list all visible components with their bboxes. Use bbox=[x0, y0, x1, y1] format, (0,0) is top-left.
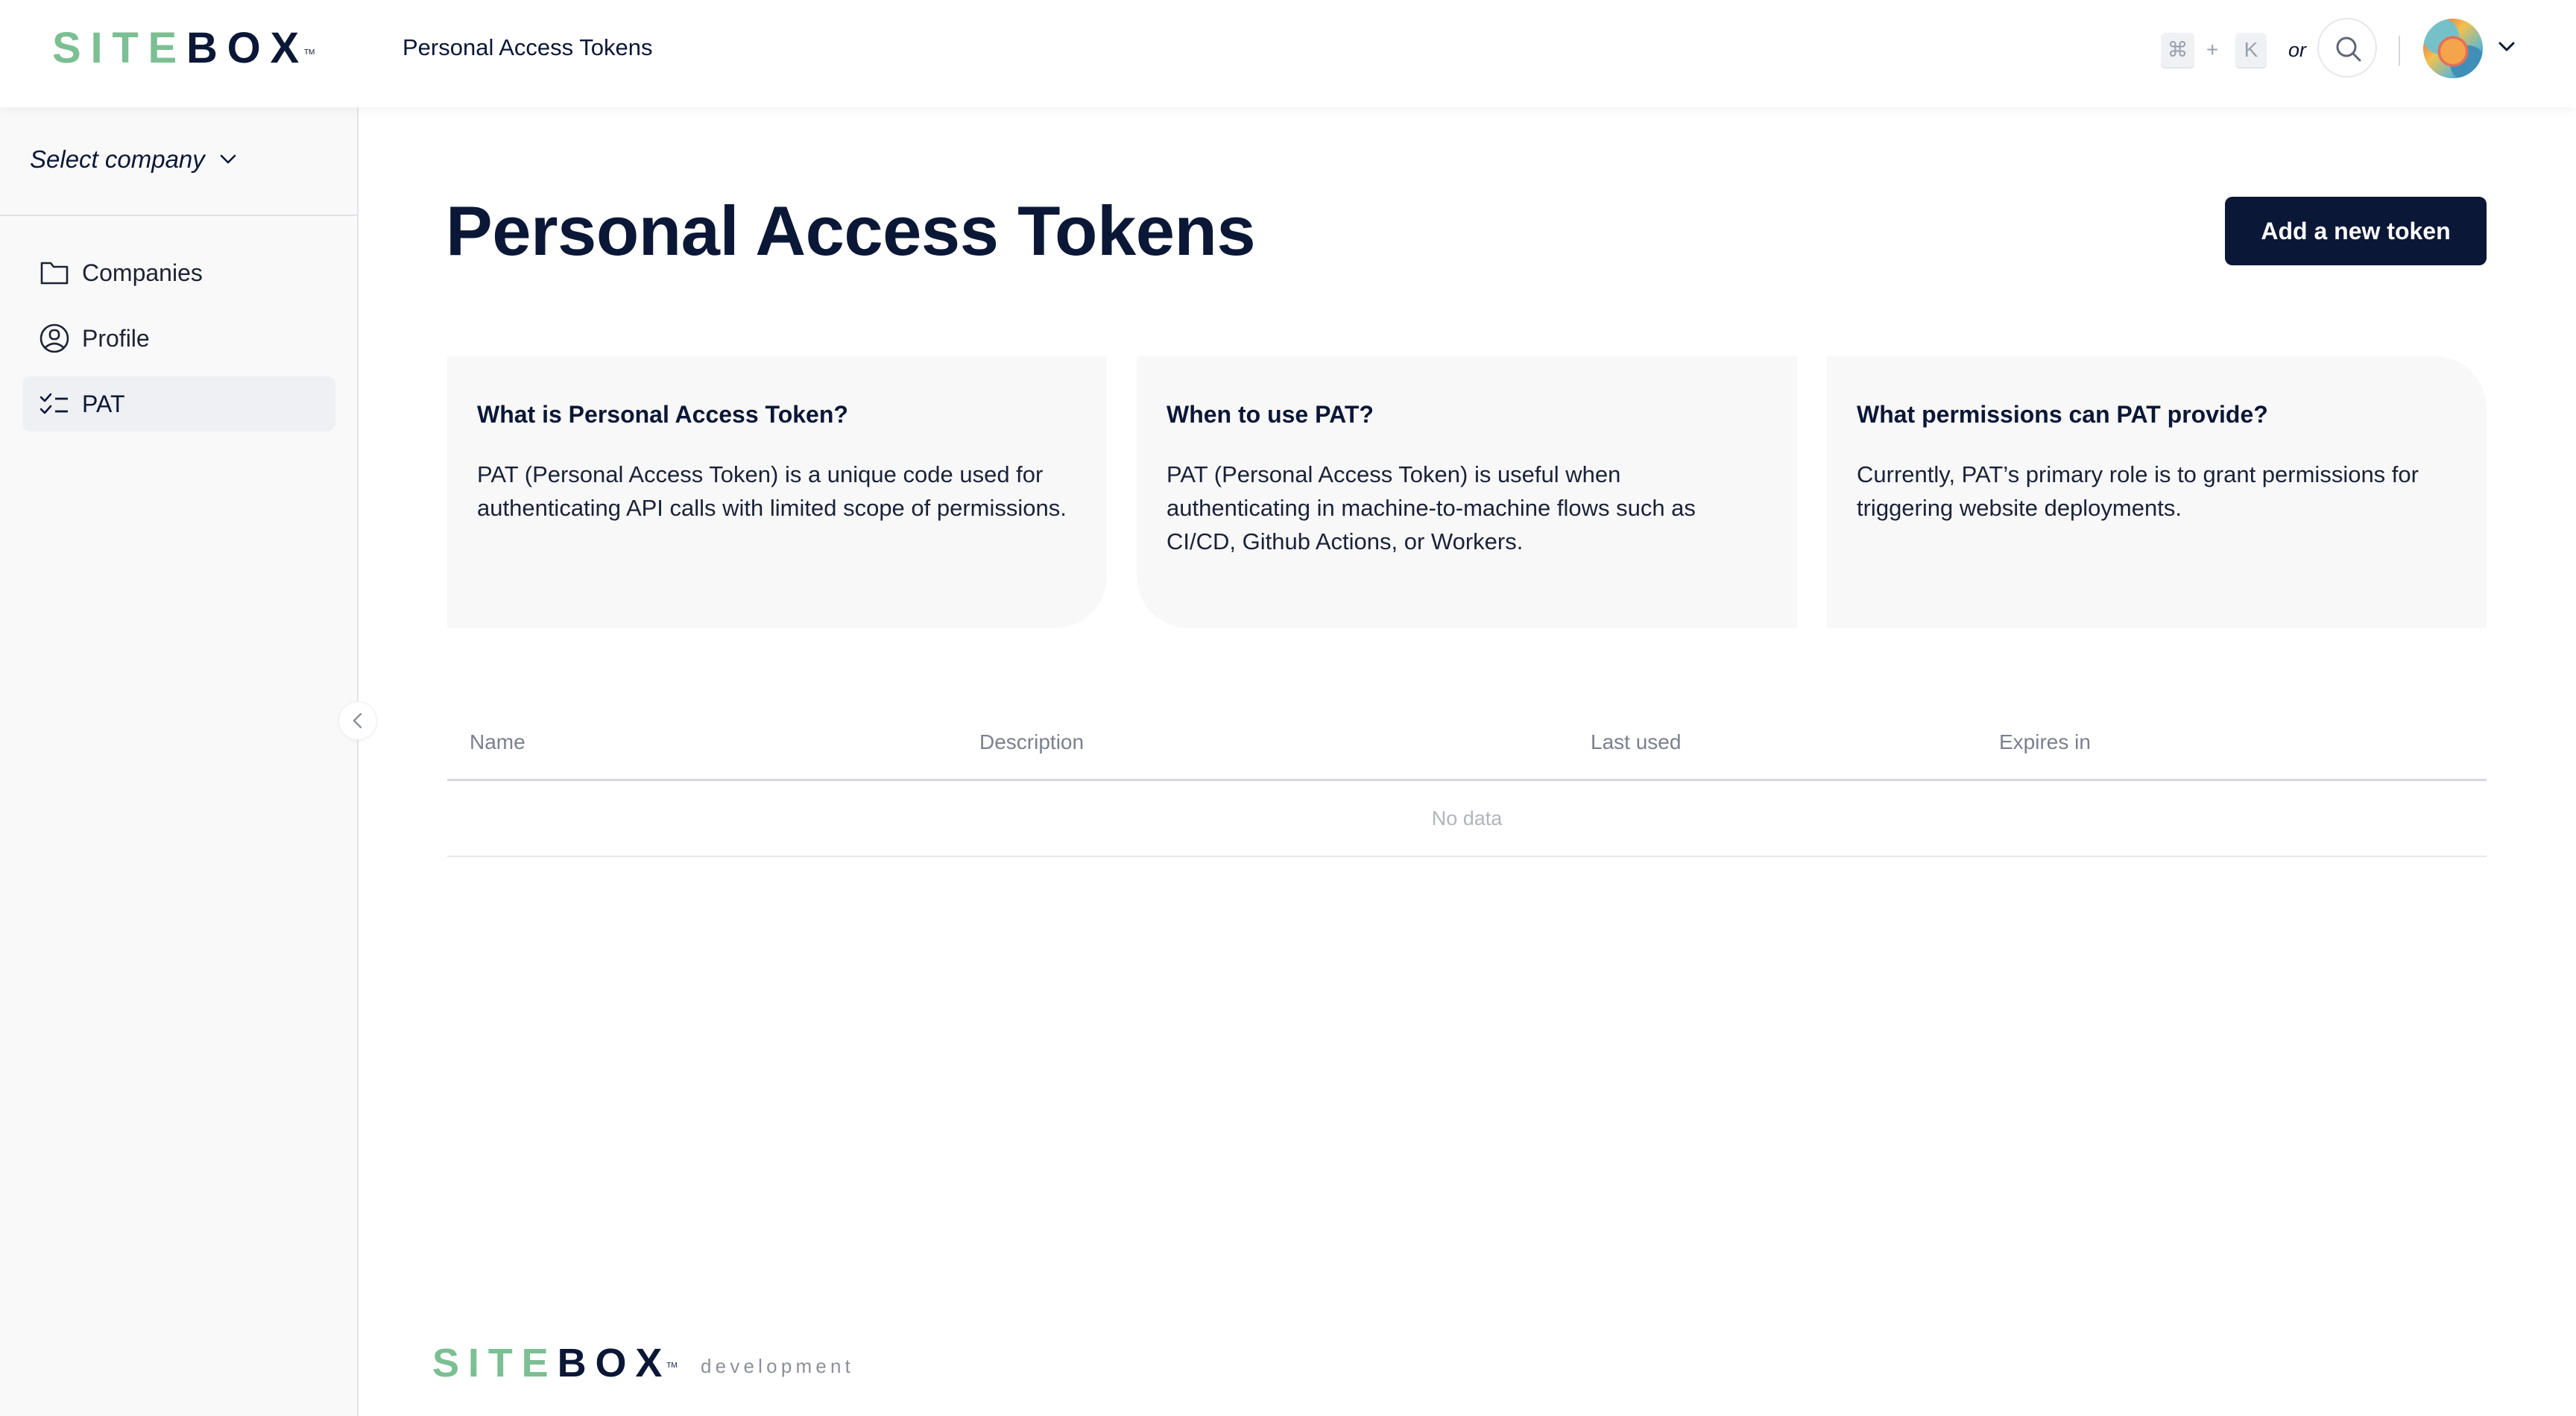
sidebar-item-label: PAT bbox=[82, 390, 125, 417]
sidebar-item-pat[interactable]: PAT bbox=[22, 376, 335, 432]
shortcut-or-label: or bbox=[2288, 39, 2307, 61]
add-new-token-button[interactable]: Add a new token bbox=[2225, 197, 2487, 265]
checklist-icon bbox=[40, 393, 68, 414]
logo-trademark: TM bbox=[666, 1362, 678, 1370]
info-card-body: Currently, PAT’s primary role is to gran… bbox=[1857, 461, 2419, 521]
tokens-table: Name Description Last used Expires in No… bbox=[447, 712, 2487, 857]
sidebar-item-profile[interactable]: Profile bbox=[22, 311, 335, 366]
logo-text-green: SIT bbox=[52, 24, 148, 72]
search-button[interactable] bbox=[2317, 18, 2377, 78]
sidebar-item-label: Companies bbox=[82, 259, 203, 286]
top-header: SIT E BOX TM Personal Access Tokens ⌘ + K o… bbox=[0, 0, 2576, 107]
footer-subtitle: development bbox=[701, 1355, 855, 1377]
shortcut-plus: + bbox=[2206, 38, 2219, 61]
info-card-body: PAT (Personal Access Token) is useful wh… bbox=[1167, 461, 1696, 554]
column-header-description[interactable]: Description bbox=[979, 727, 1084, 757]
footer-logo: SIT E BOX TM bbox=[432, 1339, 678, 1390]
column-header-name[interactable]: Name bbox=[470, 727, 525, 757]
info-card: What is Personal Access Token? PAT (Pers… bbox=[447, 356, 1107, 628]
info-card-body: PAT (Personal Access Token) is a unique … bbox=[477, 461, 1067, 521]
sidebar-item-companies[interactable]: Companies bbox=[22, 245, 335, 300]
header-title: Personal Access Tokens bbox=[402, 34, 653, 60]
sidebar-item-label: Profile bbox=[82, 324, 150, 352]
search-icon bbox=[2336, 37, 2361, 62]
logo-text-green-e: E bbox=[521, 1341, 558, 1385]
page-title: Personal Access Tokens bbox=[446, 192, 1256, 270]
info-card: What permissions can PAT provide? Curren… bbox=[1827, 356, 2487, 628]
info-card: When to use PAT? PAT (Personal Access To… bbox=[1137, 356, 1797, 628]
folder-icon bbox=[40, 262, 69, 285]
logo-text-navy: BOX bbox=[186, 24, 309, 72]
chevron-left-icon bbox=[353, 712, 362, 729]
avatar[interactable] bbox=[2423, 19, 2483, 78]
logo-text-green-e: E bbox=[148, 24, 186, 72]
sidebar-divider bbox=[0, 215, 357, 216]
company-select-dropdown[interactable]: Select company bbox=[30, 143, 238, 176]
column-header-last-used[interactable]: Last used bbox=[1591, 727, 1681, 757]
empty-state-text: No data bbox=[1431, 807, 1503, 829]
header-divider bbox=[2399, 36, 2400, 66]
sidebar-collapse-button[interactable] bbox=[339, 702, 376, 739]
table-body: No data bbox=[447, 781, 2487, 857]
sitebox-logo[interactable]: SIT E BOX TM bbox=[52, 22, 315, 79]
chevron-down-icon bbox=[220, 154, 236, 164]
logo-text-green: SIT bbox=[432, 1341, 522, 1385]
sidebar: Select company Companies Profile PAT bbox=[0, 107, 359, 1416]
info-card-title: When to use PAT? bbox=[1167, 401, 1374, 428]
user-circle-icon bbox=[40, 323, 69, 353]
chevron-down-icon[interactable] bbox=[2497, 37, 2516, 57]
table-header: Name Description Last used Expires in bbox=[447, 712, 2487, 781]
shortcut-k-key: K bbox=[2235, 33, 2267, 67]
shortcut-cmd-key: ⌘ bbox=[2161, 33, 2194, 67]
logo-trademark: TM bbox=[303, 48, 315, 57]
company-select-label: Select company bbox=[30, 145, 205, 173]
logo-text-navy: BOX bbox=[557, 1341, 672, 1385]
column-header-expires-in[interactable]: Expires in bbox=[1999, 727, 2091, 757]
info-card-title: What permissions can PAT provide? bbox=[1857, 401, 2268, 428]
info-card-title: What is Personal Access Token? bbox=[477, 401, 848, 428]
